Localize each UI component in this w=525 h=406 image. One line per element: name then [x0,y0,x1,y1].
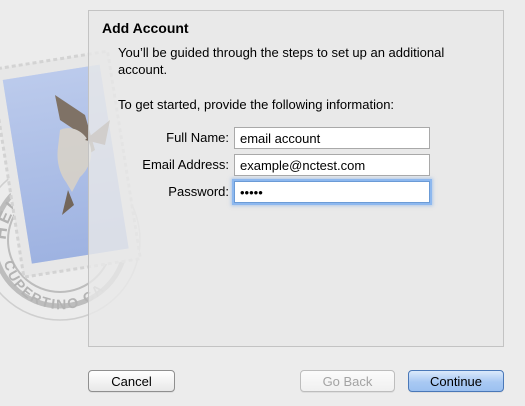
email-address-field[interactable] [234,154,430,176]
intro-text: You’ll be guided through the steps to se… [118,45,445,77]
cancel-button[interactable]: Cancel [88,370,175,392]
full-name-field[interactable] [234,127,430,149]
panel-title: Add Account [102,20,189,36]
password-label: Password: [168,184,229,199]
password-field[interactable] [234,181,430,203]
continue-button[interactable]: Continue [408,370,504,392]
email-address-label: Email Address: [142,157,229,172]
full-name-label: Full Name: [166,130,229,145]
go-back-button[interactable]: Go Back [300,370,395,392]
prompt-text: To get started, provide the following in… [118,97,395,112]
add-account-panel: Add Account You’ll be guided through the… [88,10,504,347]
